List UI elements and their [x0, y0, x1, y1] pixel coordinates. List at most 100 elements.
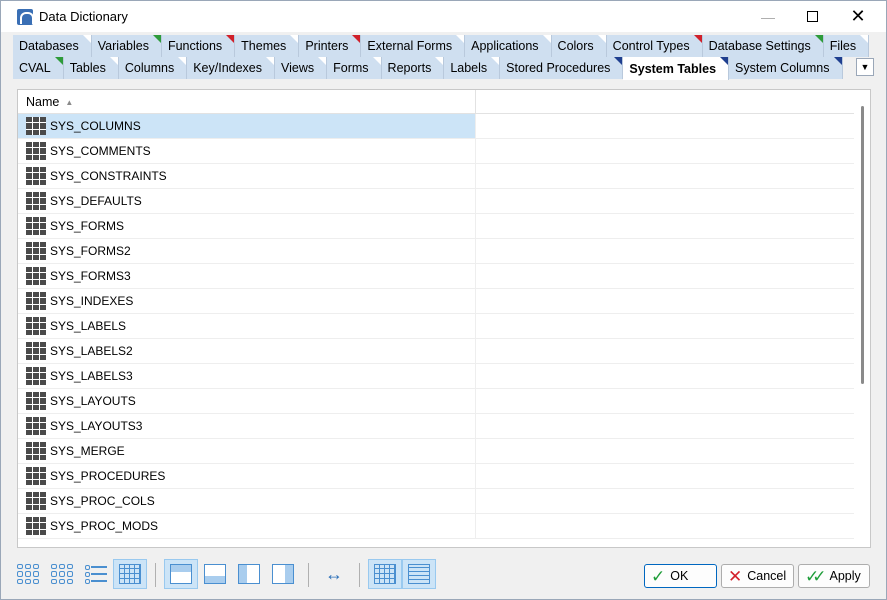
table-row[interactable]: SYS_CONSTRAINTS: [18, 164, 854, 189]
large-icons-view-button[interactable]: [11, 559, 45, 589]
table-row[interactable]: SYS_MERGE: [18, 439, 854, 464]
name-column-header[interactable]: Name ▲: [18, 90, 476, 114]
tab-key-indexes[interactable]: Key/Indexes: [187, 57, 275, 79]
small-icons-view-button[interactable]: [45, 559, 79, 589]
table-row[interactable]: SYS_COMMENTS: [18, 139, 854, 164]
table-icon: [26, 467, 46, 485]
tab-colors[interactable]: Colors: [551, 35, 607, 57]
row-lines-icon: [408, 564, 430, 584]
preview-bottom-button[interactable]: [198, 559, 232, 589]
table-row[interactable]: SYS_LABELS2: [18, 339, 854, 364]
double-checkmark-icon: ✓✓: [805, 566, 826, 586]
tab-marker-icon: [82, 35, 91, 43]
name-cell: SYS_FORMS3: [18, 264, 476, 288]
tab-files[interactable]: Files: [823, 35, 870, 57]
table-row[interactable]: SYS_PROC_MODS: [18, 514, 854, 539]
tab-system-tables[interactable]: System Tables: [623, 57, 730, 80]
table-row[interactable]: SYS_COLUMNS: [18, 114, 854, 139]
preview-left-button[interactable]: [232, 559, 266, 589]
table-icon: [26, 367, 46, 385]
tab-marker-icon: [352, 35, 361, 43]
cancel-button[interactable]: ✕ Cancel: [721, 564, 794, 588]
tab-label: Control Types: [612, 39, 690, 53]
tab-databases[interactable]: Databases: [13, 35, 92, 57]
apply-button-label: Apply: [829, 569, 861, 583]
table-icon: [26, 267, 46, 285]
name-cell: SYS_LABELS2: [18, 339, 476, 363]
tab-themes[interactable]: Themes: [235, 35, 300, 57]
title-bar: Data Dictionary — ✕: [1, 1, 886, 32]
maximize-icon: [806, 11, 818, 22]
name-column-label: Name: [26, 95, 60, 109]
table-name: SYS_LABELS2: [50, 344, 133, 358]
tab-columns[interactable]: Columns: [118, 57, 188, 79]
tab-label: Files: [829, 39, 857, 53]
tab-tables[interactable]: Tables: [63, 57, 119, 79]
tab-marker-icon: [720, 57, 729, 65]
table-row[interactable]: SYS_LABELS: [18, 314, 854, 339]
preview-top-button[interactable]: [164, 559, 198, 589]
grid-lines-button[interactable]: [368, 559, 402, 589]
table-row[interactable]: SYS_LABELS3: [18, 364, 854, 389]
minimize-button[interactable]: —: [745, 1, 791, 32]
tab-cval[interactable]: CVAL: [13, 57, 64, 79]
preview-left-icon: [238, 564, 260, 584]
table-row[interactable]: SYS_FORMS2: [18, 239, 854, 264]
table-row[interactable]: SYS_DEFAULTS: [18, 189, 854, 214]
tab-label: Columns: [124, 61, 175, 75]
table-name: SYS_FORMS2: [50, 244, 131, 258]
tab-label: Variables: [97, 39, 149, 53]
name-cell: SYS_PROC_MODS: [18, 514, 476, 538]
tab-marker-icon: [318, 57, 327, 65]
details-view-button[interactable]: [113, 559, 147, 589]
table-row[interactable]: SYS_INDEXES: [18, 289, 854, 314]
tab-variables[interactable]: Variables: [91, 35, 162, 57]
tab-labels[interactable]: Labels: [444, 57, 501, 79]
tab-reports[interactable]: Reports: [381, 57, 445, 79]
tab-printers[interactable]: Printers: [299, 35, 362, 57]
name-cell: SYS_DEFAULTS: [18, 189, 476, 213]
tab-functions[interactable]: Functions: [161, 35, 236, 57]
grid-lines-icon: [374, 564, 396, 584]
table-row[interactable]: SYS_PROCEDURES: [18, 464, 854, 489]
tab-external-forms[interactable]: External Forms: [361, 35, 466, 57]
autofit-columns-button[interactable]: ↔: [317, 559, 351, 589]
name-cell: SYS_FORMS2: [18, 239, 476, 263]
table-row[interactable]: SYS_LAYOUTS3: [18, 414, 854, 439]
tab-forms[interactable]: Forms: [327, 57, 382, 79]
tab-system-columns[interactable]: System Columns: [729, 57, 843, 79]
tab-marker-icon: [109, 57, 118, 65]
table-row[interactable]: SYS_LAYOUTS: [18, 389, 854, 414]
preview-right-button[interactable]: [266, 559, 300, 589]
table-row[interactable]: SYS_FORMS3: [18, 264, 854, 289]
close-button[interactable]: ✕: [835, 1, 881, 32]
tab-views[interactable]: Views: [275, 57, 328, 79]
table-name: SYS_PROC_COLS: [50, 494, 155, 508]
name-cell: SYS_LAYOUTS3: [18, 414, 476, 438]
table-row[interactable]: SYS_PROC_COLS: [18, 489, 854, 514]
tabs-dropdown-button[interactable]: ▼: [856, 58, 874, 76]
sort-ascending-icon: ▲: [65, 97, 74, 107]
list-view-button[interactable]: [79, 559, 113, 589]
ok-button[interactable]: ✓ OK: [644, 564, 717, 588]
tab-label: Printers: [305, 39, 349, 53]
tab-control-types[interactable]: Control Types: [606, 35, 703, 57]
system-tables-grid[interactable]: Name ▲ SYS_COLUMNS SYS_COMMENTS SYS_CONSTR…: [17, 89, 871, 548]
apply-button[interactable]: ✓✓ Apply: [798, 564, 870, 588]
tab-database-settings[interactable]: Database Settings: [702, 35, 824, 57]
preview-right-icon: [272, 564, 294, 584]
scrollbar-thumb[interactable]: [861, 106, 864, 384]
table-name: SYS_DEFAULTS: [50, 194, 142, 208]
checkmark-icon: ✓: [651, 566, 666, 586]
tab-stored-procedures[interactable]: Stored Procedures: [500, 57, 624, 79]
tab-marker-icon: [152, 35, 161, 43]
tab-applications[interactable]: Applications: [465, 35, 552, 57]
data-dictionary-window: Data Dictionary — ✕ Databases Variables Fu…: [0, 0, 887, 600]
table-icon: [26, 242, 46, 260]
table-name: SYS_PROC_MODS: [50, 519, 159, 533]
maximize-button[interactable]: [789, 1, 835, 32]
vertical-scrollbar[interactable]: [856, 90, 870, 547]
row-lines-button[interactable]: [402, 559, 436, 589]
table-icon: [26, 192, 46, 210]
table-row[interactable]: SYS_FORMS: [18, 214, 854, 239]
